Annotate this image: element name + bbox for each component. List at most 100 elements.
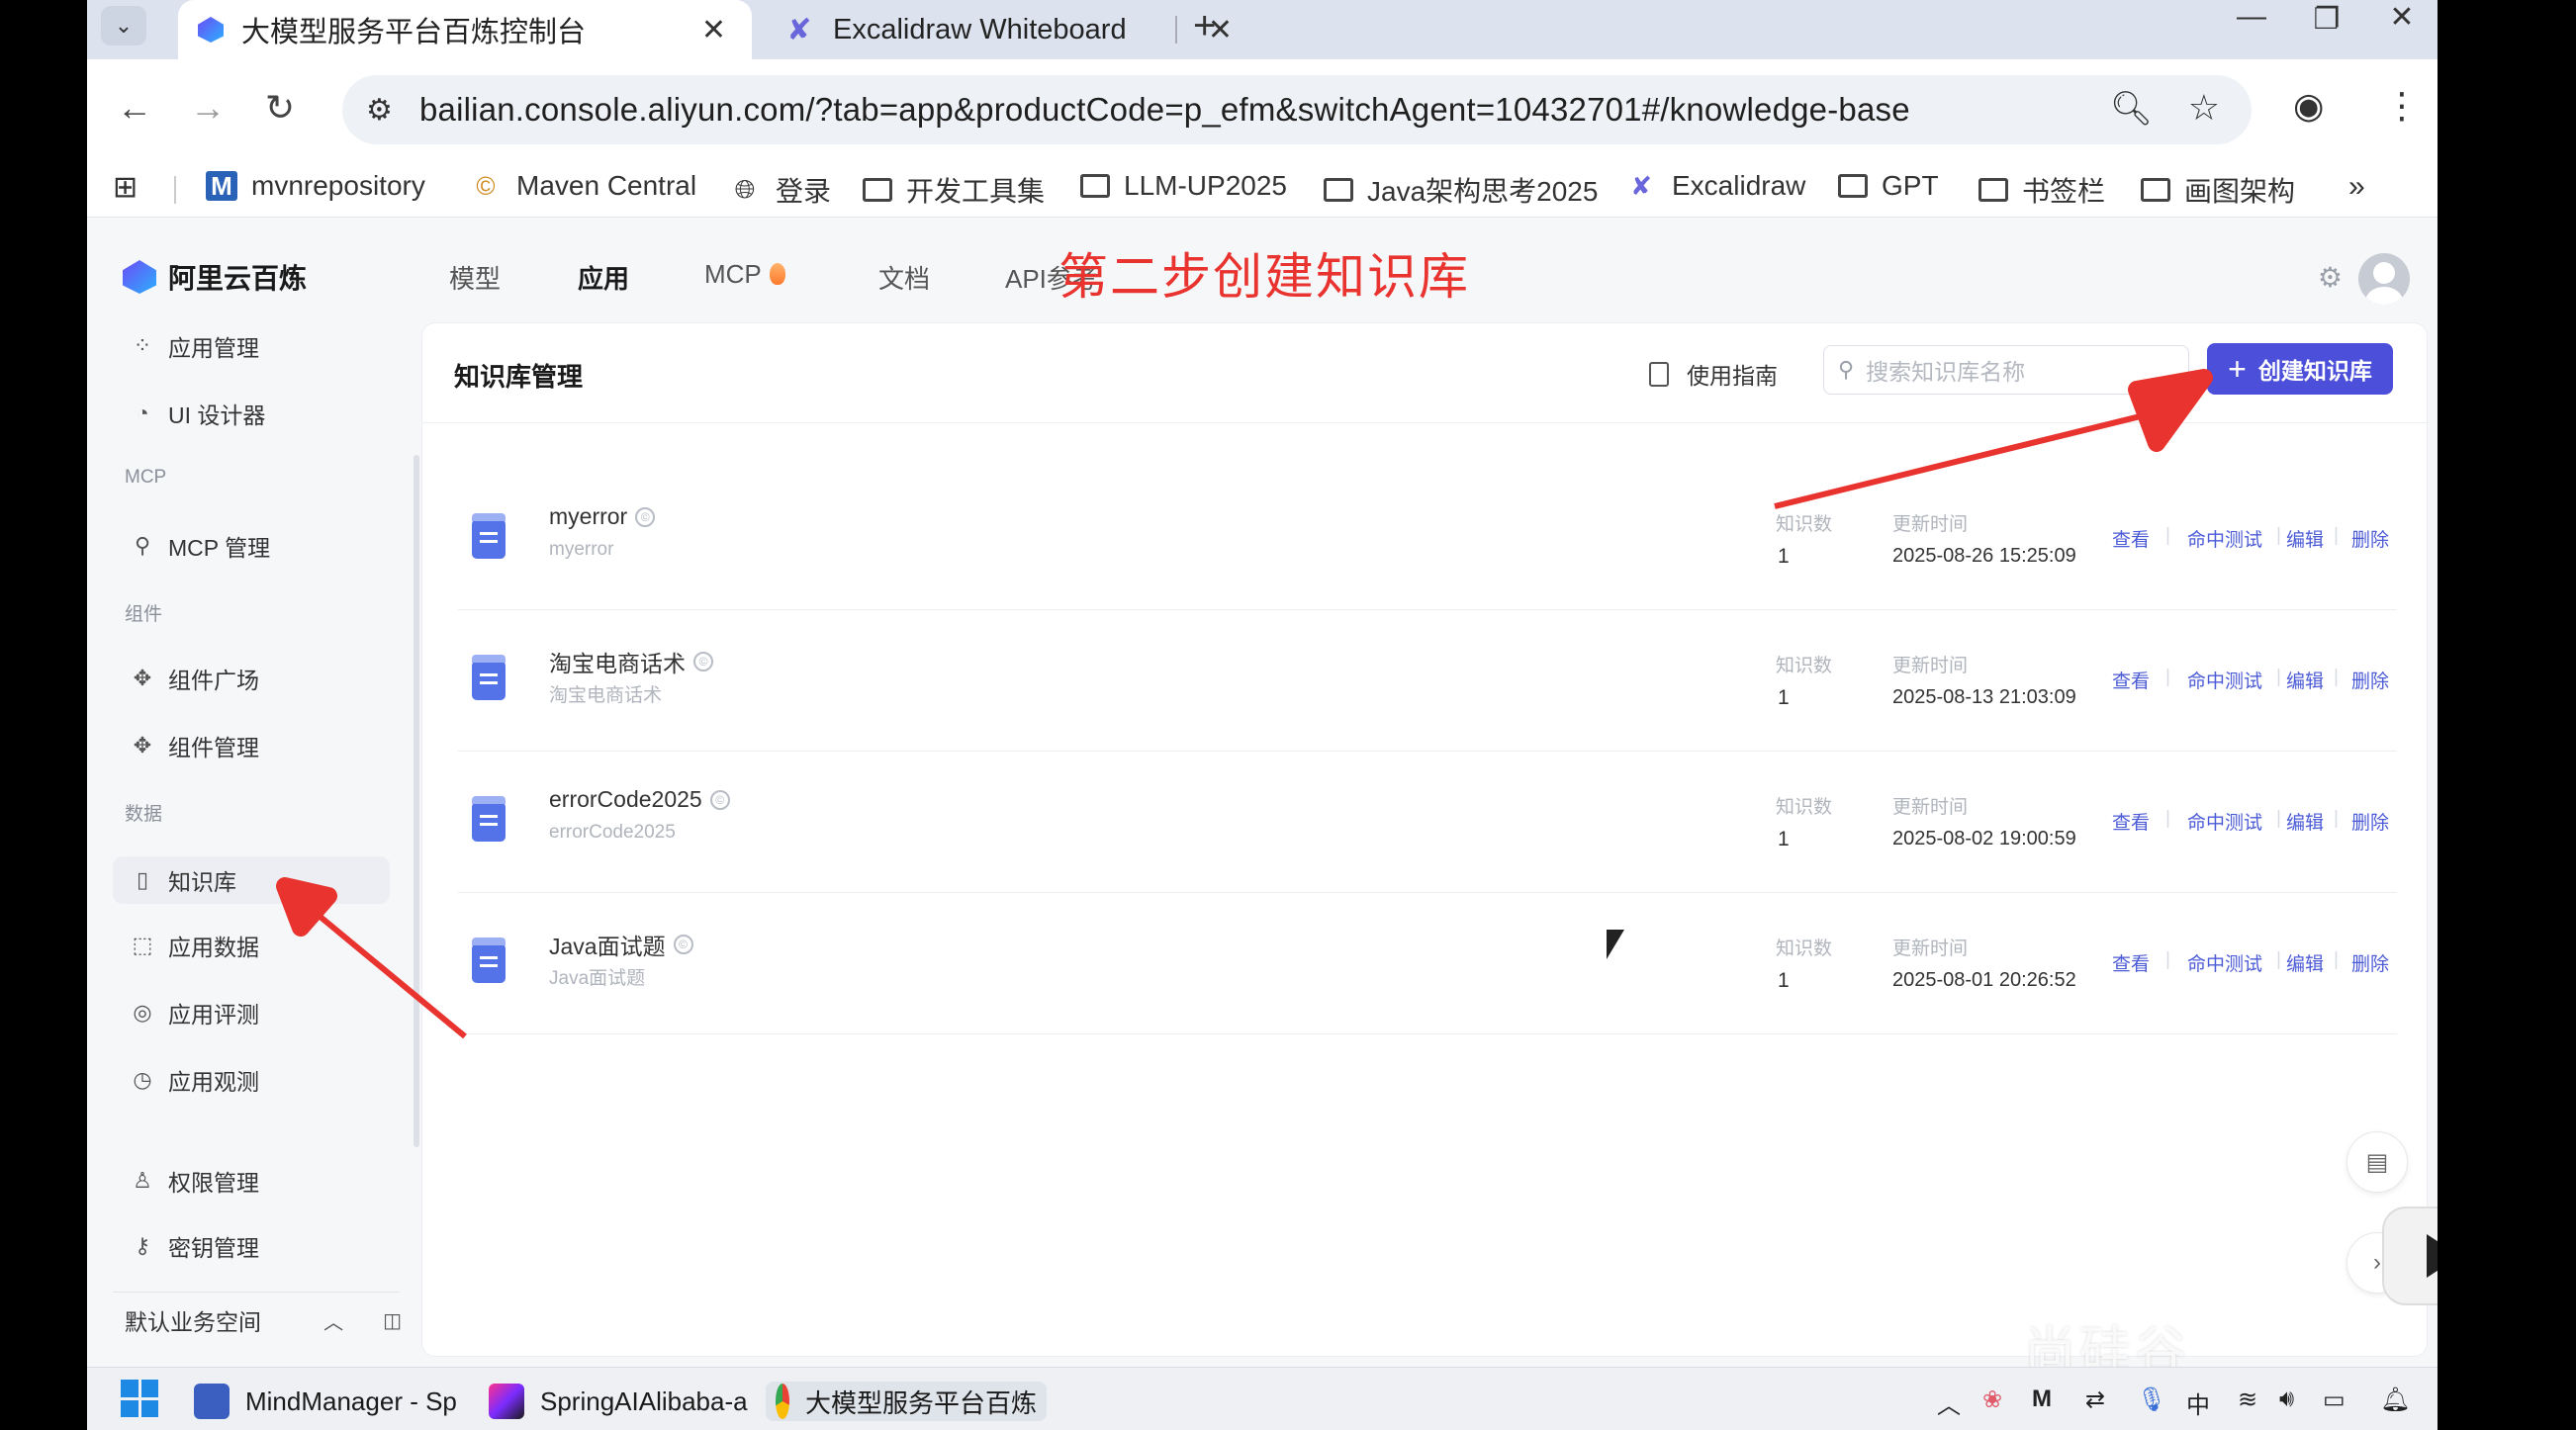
url-text[interactable]: bailian.console.aliyun.com/?tab=app&prod… (419, 91, 1910, 129)
edit-button[interactable]: 编辑 (2286, 808, 2324, 835)
microphone-icon[interactable]: 🎙︎ (2137, 1385, 2166, 1414)
apps-grid-icon[interactable]: ⊞ (113, 170, 138, 205)
bookmark-maven-central[interactable]: © Maven Central (469, 170, 696, 202)
minimize-button[interactable]: — (2212, 0, 2291, 40)
back-icon[interactable]: ← (117, 87, 152, 129)
windows-start-icon[interactable] (121, 1380, 158, 1417)
copy-icon[interactable]: © (635, 506, 656, 527)
omnibox[interactable]: ⚙ bailian.console.aliyun.com/?tab=app&pr… (342, 75, 2252, 144)
bookmark-folder-bar[interactable]: 书签栏 (1978, 170, 2105, 210)
wifi-icon[interactable]: ≋ (2238, 1385, 2257, 1414)
knowledge-base-row[interactable]: myerror © myerror 知识数 1 更新时间 2025-08-26 15:25:… (458, 470, 2397, 610)
sidebar-item-component-plaza[interactable]: ✥ 组件广场 (113, 655, 445, 702)
video-play-icon[interactable] (2382, 1207, 2438, 1305)
volume-icon[interactable]: 🔊︎ (2279, 1385, 2294, 1413)
tray-network-adapter-icon[interactable]: ⇄ (2085, 1385, 2105, 1414)
delete-button[interactable]: 删除 (2351, 949, 2389, 976)
knowledge-base-name[interactable]: myerror © (549, 503, 656, 530)
sidebar-item-permissions[interactable]: ♙ 权限管理 (113, 1157, 445, 1205)
notification-bell-icon[interactable]: 🔔︎ (2380, 1385, 2410, 1414)
fire-icon (769, 263, 785, 285)
tab-bailian[interactable]: 大模型服务平台百炼控制台 ✕ (178, 0, 752, 59)
action-separator: | (2165, 667, 2170, 687)
chevron-up-icon[interactable]: ︿ (323, 1306, 343, 1335)
sidebar-item-app-evaluation[interactable]: ◎ 应用评测 (113, 989, 445, 1036)
edit-button[interactable]: 编辑 (2286, 667, 2324, 693)
sidebar-item-app-observation[interactable]: ◷ 应用观测 (113, 1056, 445, 1104)
knowledge-search-input[interactable]: ⚲ 搜索知识库名称 (1823, 345, 2189, 395)
close-window-button[interactable]: ✕ (2362, 0, 2438, 40)
sidebar-item-app-management[interactable]: ⁘ 应用管理 (113, 322, 445, 370)
reload-icon[interactable]: ↻ (265, 87, 295, 129)
sidebar-item-knowledge-base[interactable]: ▯ 知识库 (113, 856, 390, 904)
taskbar-chrome[interactable]: 大模型服务平台百炼 (766, 1382, 1047, 1421)
bookmark-folder-llm[interactable]: LLM-UP2025 (1080, 170, 1287, 202)
edit-button[interactable]: 编辑 (2286, 525, 2324, 552)
sidebar-scrollbar[interactable] (414, 455, 419, 1147)
usage-guide-link[interactable]: 使用指南 (1649, 357, 1778, 391)
hit-test-button[interactable]: 命中测试 (2187, 525, 2262, 552)
delete-button[interactable]: 删除 (2351, 808, 2389, 835)
delete-button[interactable]: 删除 (2351, 667, 2389, 693)
zoom-icon[interactable]: 🔍︎ (2110, 89, 2153, 129)
bookmark-excalidraw[interactable]: ✘ Excalidraw (1624, 170, 1805, 202)
sidebar-item-ui-designer[interactable]: ◔ UI 设计器 (113, 390, 445, 437)
delete-button[interactable]: 删除 (2351, 525, 2389, 552)
view-button[interactable]: 查看 (2112, 949, 2150, 976)
knowledge-base-row[interactable]: Java面试题 © Java面试题 知识数 1 更新时间 2025-08-01 20:26:… (458, 894, 2397, 1034)
bookmark-folder-arch[interactable]: 画图架构 (2141, 170, 2295, 210)
copy-icon[interactable]: © (673, 935, 693, 954)
user-avatar[interactable] (2358, 253, 2410, 305)
knowledge-base-row[interactable]: errorCode2025 © errorCode2025 知识数 1 更新时间 2025-… (458, 753, 2397, 893)
bookmark-folder-gpt[interactable]: GPT (1838, 170, 1939, 202)
sidebar-item-keys[interactable]: ⚷ 密钥管理 (113, 1222, 445, 1270)
edit-button[interactable]: 编辑 (2286, 949, 2324, 976)
topnav-mcp[interactable]: MCP (704, 259, 785, 290)
bookmark-star-icon[interactable]: ☆ (2188, 87, 2220, 129)
doc-float-icon[interactable]: ▤ (2346, 1131, 2408, 1193)
tab-excalidraw[interactable]: ✘ Excalidraw Whiteboard ✕ (675, 0, 1258, 59)
view-button[interactable]: 查看 (2112, 525, 2150, 552)
taskbar-intellij[interactable]: SpringAIAlibaba-a (489, 1382, 748, 1421)
hit-test-button[interactable]: 命中测试 (2187, 949, 2262, 976)
sidebar-item-app-data[interactable]: ⬚ 应用数据 (113, 922, 445, 969)
knowledge-base-name[interactable]: 淘宝电商话术 © (549, 645, 713, 678)
workspace-switcher[interactable]: 默认业务空间 ︿ ◫ (125, 1303, 402, 1337)
settings-gear-icon[interactable]: ⚙ (2318, 261, 2343, 294)
sidebar-item-component-management[interactable]: ✥ 组件管理 (113, 722, 445, 769)
copy-icon[interactable]: © (709, 789, 730, 810)
taskbar-mindmanager[interactable]: MindManager - Sp (194, 1382, 457, 1421)
hit-test-button[interactable]: 命中测试 (2187, 667, 2262, 693)
knowledge-base-name[interactable]: errorCode2025 © (549, 786, 730, 813)
profile-icon[interactable]: ◉ (2293, 85, 2324, 127)
copy-icon[interactable]: © (693, 652, 713, 671)
hit-test-button[interactable]: 命中测试 (2187, 808, 2262, 835)
bookmark-login[interactable]: 🌐︎ 登录 (728, 170, 831, 210)
ime-indicator[interactable]: 中 (2186, 1385, 2210, 1420)
knowledge-base-name[interactable]: Java面试题 © (549, 928, 693, 961)
sidebar-item-mcp-management[interactable]: ⚲ MCP 管理 (113, 522, 445, 570)
create-knowledge-base-button[interactable]: + 创建知识库 (2207, 343, 2393, 395)
tray-m-icon[interactable]: M (2032, 1385, 2052, 1413)
tray-overflow-icon[interactable]: ︿ (1937, 1385, 1961, 1420)
bookmark-folder-devtools[interactable]: 开发工具集 (863, 170, 1045, 210)
battery-icon[interactable]: ▭ (2323, 1385, 2346, 1414)
tab-search-button[interactable]: ⌄ (101, 6, 146, 45)
collapse-sidebar-icon[interactable]: ◫ (383, 1308, 402, 1333)
tray-app-icon[interactable]: ❀ (1982, 1385, 2002, 1414)
forward-icon[interactable]: → (190, 87, 226, 129)
more-bookmarks-icon[interactable]: » (2348, 170, 2365, 204)
bookmark-folder-java[interactable]: Java架构思考2025 (1324, 170, 1598, 210)
topnav-app[interactable]: 应用 (578, 259, 629, 296)
knowledge-base-row[interactable]: 淘宝电商话术 © 淘宝电商话术 知识数 1 更新时间 2025-08-13 21:03:09… (458, 611, 2397, 752)
site-info-icon[interactable]: ⚙ (366, 93, 393, 128)
bookmark-mvnrepository[interactable]: Mmvnrepository (206, 170, 425, 202)
topnav-docs[interactable]: 文档 (878, 259, 930, 296)
view-button[interactable]: 查看 (2112, 808, 2150, 835)
restore-button[interactable]: ❐ (2287, 2, 2366, 42)
app-logo[interactable]: 阿里云百炼 (123, 257, 307, 297)
new-tab-button[interactable]: + (1193, 4, 1216, 48)
view-button[interactable]: 查看 (2112, 667, 2150, 693)
more-menu-icon[interactable]: ⋮ (2384, 85, 2420, 127)
topnav-model[interactable]: 模型 (449, 259, 501, 296)
